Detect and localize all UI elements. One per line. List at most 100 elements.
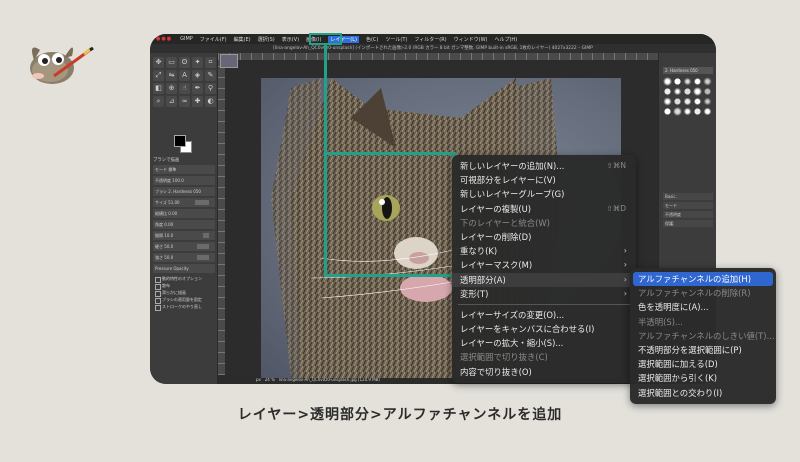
opacity-slider[interactable]: 不透明度 100.0 (153, 176, 215, 185)
warp-tool-icon[interactable]: ≈ (179, 96, 190, 107)
menu-item-color-to-alpha[interactable]: 色を透明度に(A)... (630, 300, 776, 314)
menu-item-merge-down[interactable]: 下のレイヤーと統合(W) (452, 216, 636, 230)
hardness-slider[interactable]: 硬さ 50.0 (153, 242, 215, 251)
menu-windows[interactable]: ウィンドウ(W) (454, 36, 488, 43)
tool-options-title: ブラシで描画 (153, 158, 180, 163)
smooth-check[interactable]: 滑らかに描画 (153, 289, 215, 297)
menu-item-transparency[interactable]: 透明部分(A) › (452, 272, 636, 287)
path-tool-icon[interactable]: ✒ (192, 83, 203, 94)
menu-item-stack[interactable]: 重なり(K) › (452, 244, 636, 258)
menu-item-remove-alpha-channel[interactable]: アルファチャンネルの削除(R) (630, 286, 776, 300)
menu-item-crop-to-selection[interactable]: 選択範囲で切り抜き(C) (452, 350, 636, 364)
menu-item-duplicate-layer[interactable]: レイヤーの複製(U) ⇧⌘D (452, 202, 636, 216)
menu-item-add-to-selection[interactable]: 選択範囲に加える(D) (630, 357, 776, 371)
window-controls[interactable]: ●●● (156, 36, 172, 42)
menu-item-crop-to-content[interactable]: 内容で切り抜き(O) (452, 365, 636, 379)
vertical-ruler[interactable] (218, 60, 225, 375)
size-slider[interactable]: サイズ 51.00 (153, 198, 215, 207)
menu-item-semi-flatten[interactable]: 半透明(S)... (630, 315, 776, 329)
clone-tool-icon[interactable]: ⊕ (166, 83, 177, 94)
menu-item-new-layer[interactable]: 新しいレイヤーの追加(N)... ⇧⌘N (452, 159, 636, 173)
heal-tool-icon[interactable]: ✚ (192, 96, 203, 107)
menu-edit[interactable]: 編集(E) (234, 36, 251, 43)
zoom-tool-icon[interactable]: ⌕ (153, 96, 164, 107)
lasso-tool-icon[interactable]: ʘ (179, 57, 190, 68)
dock-tag-row[interactable]: Basic. (663, 193, 713, 200)
dodge-tool-icon[interactable]: ◐ (205, 96, 216, 107)
redo-stroke-check[interactable]: ストロークのやり直し (153, 303, 215, 311)
brush-preset (663, 87, 672, 96)
brush-preset (703, 77, 712, 86)
brush-preset (693, 87, 702, 96)
brush-preset (673, 87, 682, 96)
layer-context-menu: 新しいレイヤーの追加(N)... ⇧⌘N 可視部分をレイヤーに(V) 新しいレイヤ… (452, 155, 636, 383)
eraser-tool-icon[interactable]: ◧ (153, 83, 164, 94)
brush-preset (663, 97, 672, 106)
brush-select[interactable]: ブラシ 2. Hardness 050 (153, 187, 215, 196)
menu-item-scale-layer[interactable]: レイヤーの拡大・縮小(S)... (452, 336, 636, 350)
gimp-logo-icon (30, 46, 94, 84)
dynamics-select[interactable]: Pressure Opacity (153, 264, 215, 273)
angle-slider[interactable]: 角度 0.00 (153, 220, 215, 229)
menu-item-threshold-alpha[interactable]: アルファチャンネルのしきい値(T)... (630, 329, 776, 343)
menu-item-transform[interactable]: 変形(T) › (452, 287, 636, 301)
menu-item-intersect-with-selection[interactable]: 選択範囲との交わり(I) (630, 386, 776, 400)
fuzzy-select-tool-icon[interactable]: ✦ (192, 57, 203, 68)
chevron-right-icon: › (623, 260, 627, 270)
dynamics-options-check[interactable]: 動的特性のオプション (153, 275, 215, 283)
horizontal-ruler[interactable] (218, 53, 658, 60)
scatter-check[interactable]: 散布 (153, 282, 215, 290)
brush-preset (693, 107, 702, 116)
layer-opacity-slider[interactable]: 不透明度 (663, 211, 713, 218)
force-slider[interactable]: 強さ 50.0 (153, 253, 215, 262)
brush-preset (703, 107, 712, 116)
menu-item-layer-to-image-size[interactable]: レイヤーをキャンバスに合わせる(I) (452, 322, 636, 336)
paintbrush-tool-icon[interactable]: ✎ (205, 70, 216, 81)
layers-options: Basic. モード 不透明度 保護: (663, 193, 713, 229)
brush-preset (693, 97, 702, 106)
menu-tools[interactable]: ツール(T) (385, 36, 407, 43)
aspect-slider[interactable]: 縦横比 0.00 (153, 209, 215, 218)
chevron-right-icon: › (623, 288, 627, 298)
menu-filters[interactable]: フィルター(R) (414, 36, 446, 43)
menu-view[interactable]: 表示(V) (282, 36, 299, 43)
menu-item-layer-mask[interactable]: レイヤーマスク(M) › (452, 258, 636, 272)
menu-select[interactable]: 選択(S) (258, 36, 275, 43)
menu-item-new-from-visible[interactable]: 可視部分をレイヤーに(V) (452, 173, 636, 187)
menu-item-delete-layer[interactable]: レイヤーの削除(D) (452, 230, 636, 244)
smudge-tool-icon[interactable]: ☝ (179, 83, 190, 94)
menu-item-layer-boundary-size[interactable]: レイヤーサイズの変更(O)... (452, 308, 636, 322)
brush-grid[interactable] (663, 77, 713, 116)
brush-preset (663, 107, 672, 116)
menu-item-new-layer-group[interactable]: 新しいレイヤーグループ(G) (452, 187, 636, 201)
brush-preset (683, 77, 692, 86)
bucket-tool-icon[interactable]: ◈ (192, 70, 203, 81)
menu-colors[interactable]: 色(C) (366, 36, 378, 43)
menu-file[interactable]: ファイル(F) (200, 36, 227, 43)
spacing-slider[interactable]: 間隔 10.0 (153, 231, 215, 240)
measure-tool-icon[interactable]: ⊿ (166, 96, 177, 107)
menu-item-add-alpha-channel[interactable]: アルファチャンネルの追加(H) (633, 272, 773, 287)
brush-preset (693, 77, 702, 86)
lock-brush-check[interactable]: ブラシの適用量を固定 (153, 296, 215, 304)
text-tool-icon[interactable]: A (179, 70, 190, 81)
flip-tool-icon[interactable]: ⇋ (166, 70, 177, 81)
menu-item-alpha-to-selection[interactable]: 不透明部分を選択範囲に(P) (630, 343, 776, 357)
layer-mode-select[interactable]: モード (663, 202, 713, 209)
image-tab-thumbnail[interactable] (220, 54, 238, 68)
move-tool-icon[interactable]: ✥ (153, 57, 164, 68)
chevron-right-icon: › (623, 274, 627, 284)
menu-help[interactable]: ヘルプ(H) (494, 36, 517, 43)
menu-app[interactable]: GIMP (180, 36, 193, 42)
menubar: ●●● GIMP ファイル(F) 編集(E) 選択(S) 表示(V) 画像(I)… (150, 34, 716, 44)
brush-preset (703, 97, 712, 106)
layer-lock-row[interactable]: 保護: (663, 220, 713, 227)
tool-options: モード 標準 不透明度 100.0 ブラシ 2. Hardness 050 サイ… (153, 165, 215, 311)
menu-item-subtract-from-selection[interactable]: 選択範囲から引く(K) (630, 371, 776, 385)
foreground-color-swatch[interactable] (174, 135, 186, 147)
crop-tool-icon[interactable]: ⌗ (205, 57, 216, 68)
color-picker-tool-icon[interactable]: ⚲ (205, 83, 216, 94)
transform-tool-icon[interactable]: ⤢ (153, 70, 164, 81)
rect-select-tool-icon[interactable]: ▭ (166, 57, 177, 68)
mode-select[interactable]: モード 標準 (153, 165, 215, 174)
